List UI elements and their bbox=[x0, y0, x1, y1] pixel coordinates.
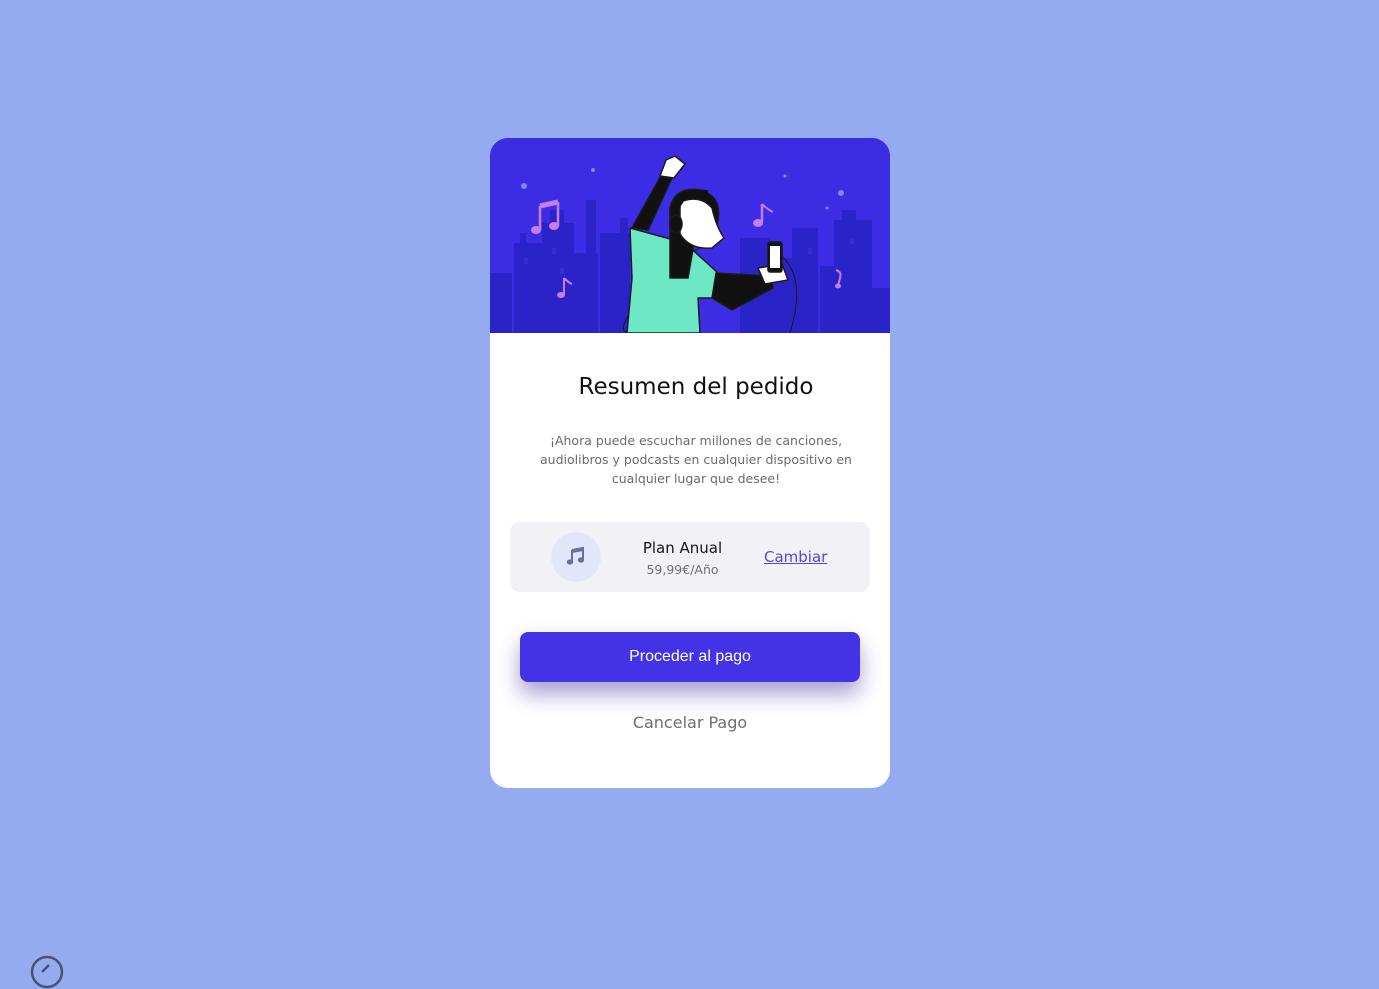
plan-icon-badge bbox=[551, 532, 601, 582]
music-note-icon bbox=[566, 546, 585, 565]
hero-illustration bbox=[490, 138, 890, 333]
plan-price: 59,99€/Año bbox=[646, 562, 719, 577]
order-summary-card: Resumen del pedido ¡Ahora puede escuchar… bbox=[490, 138, 890, 788]
plan-summary: Plan Anual 59,99€/Año Cambiar bbox=[510, 522, 870, 592]
back-arrow-icon[interactable] bbox=[30, 955, 64, 989]
page-title: Resumen del pedido bbox=[578, 374, 814, 400]
plan-name: Plan Anual bbox=[642, 539, 723, 557]
change-plan-link[interactable]: Cambiar bbox=[764, 548, 827, 566]
dancing-person-illustration bbox=[490, 138, 890, 333]
proceed-to-payment-button[interactable]: Proceder al pago bbox=[520, 632, 860, 682]
order-description: ¡Ahora puede escuchar millones de cancio… bbox=[540, 433, 852, 486]
cancel-payment-button[interactable]: Cancelar Pago bbox=[590, 712, 790, 733]
